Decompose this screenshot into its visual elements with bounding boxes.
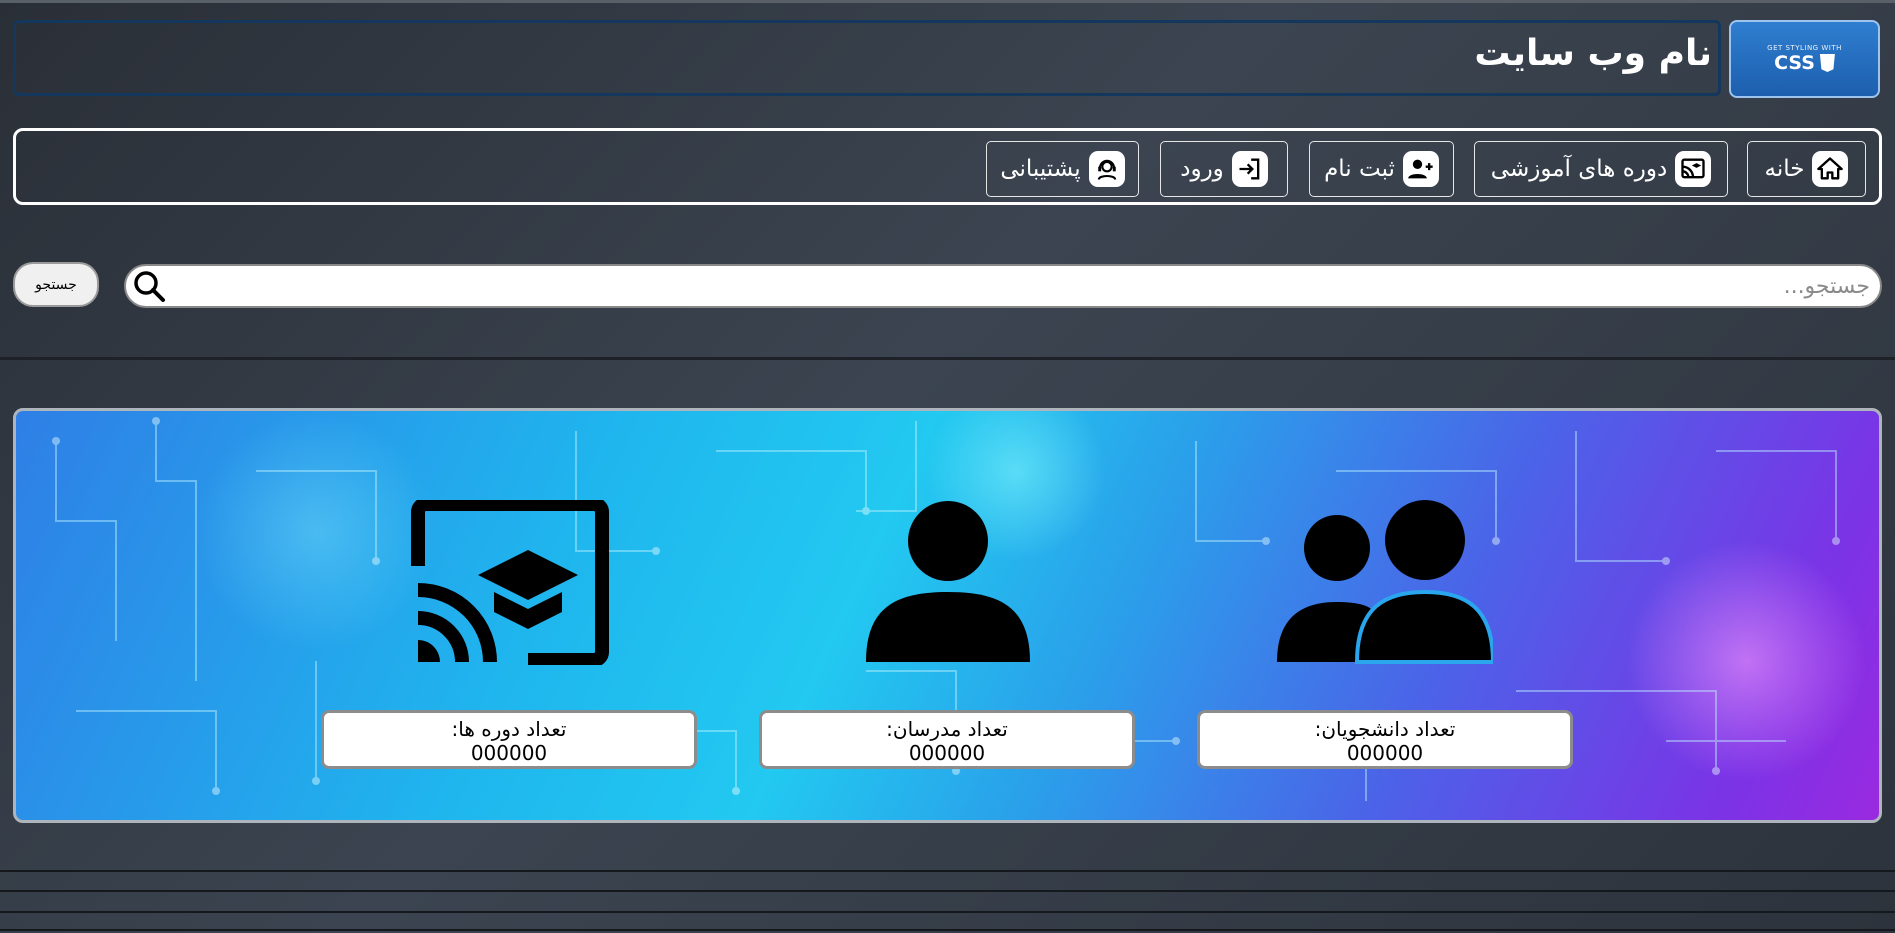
nav-item-register[interactable]: ثبت نام [1309, 141, 1454, 197]
title-bar [13, 20, 1721, 96]
top-rule [0, 0, 1895, 3]
stat-label: تعداد دانشجویان: [1314, 717, 1456, 741]
user-icon [866, 500, 1030, 669]
stat-value: 000000 [1346, 741, 1424, 765]
nav-label: خانه [1764, 156, 1805, 182]
logo-css-text: CSS [1774, 52, 1815, 74]
nav-item-support[interactable]: پشتیبانی [986, 141, 1139, 197]
stat-value: 000000 [908, 741, 986, 765]
support-agent-icon [1088, 151, 1125, 187]
divider [0, 357, 1895, 360]
search-bar [124, 264, 1882, 308]
user-plus-icon [1402, 151, 1439, 187]
nav-label: ثبت نام [1324, 156, 1395, 182]
search-input[interactable] [170, 266, 1872, 306]
nav-item-login[interactable]: ورود [1160, 141, 1288, 197]
nav-label: دوره های آموزشی [1490, 156, 1668, 182]
nav-label: پشتیبانی [1000, 156, 1081, 182]
course-cast-icon [1675, 151, 1712, 187]
home-icon [1812, 151, 1849, 187]
divider [0, 911, 1895, 913]
login-icon [1231, 151, 1268, 187]
nav-label: ورود [1180, 156, 1224, 182]
css-logo[interactable]: GET STYLING WITH CSS [1729, 20, 1880, 98]
nav-item-home[interactable]: خانه [1747, 141, 1866, 197]
css3-shield-icon [1819, 54, 1835, 72]
search-icon[interactable] [130, 268, 168, 308]
stat-box-teachers: تعداد مدرسان: 000000 [759, 710, 1135, 769]
stat-label: تعداد دوره ها: [451, 717, 567, 741]
site-title: نام وب سایت [1474, 33, 1712, 74]
divider [0, 890, 1895, 892]
nav-item-courses[interactable]: دوره های آموزشی [1474, 141, 1728, 197]
stat-box-students: تعداد دانشجویان: 000000 [1197, 710, 1573, 769]
stat-value: 000000 [470, 741, 548, 765]
divider [0, 929, 1895, 931]
users-icon [1277, 500, 1496, 669]
logo-small-text: GET STYLING WITH [1767, 44, 1842, 52]
search-button[interactable]: جستجو [13, 262, 99, 307]
logo-big-text: CSS [1774, 52, 1835, 74]
divider [0, 870, 1895, 872]
stat-label: تعداد مدرسان: [886, 717, 1008, 741]
course-cast-icon [410, 497, 610, 669]
stat-box-courses: تعداد دوره ها: 000000 [321, 710, 697, 769]
